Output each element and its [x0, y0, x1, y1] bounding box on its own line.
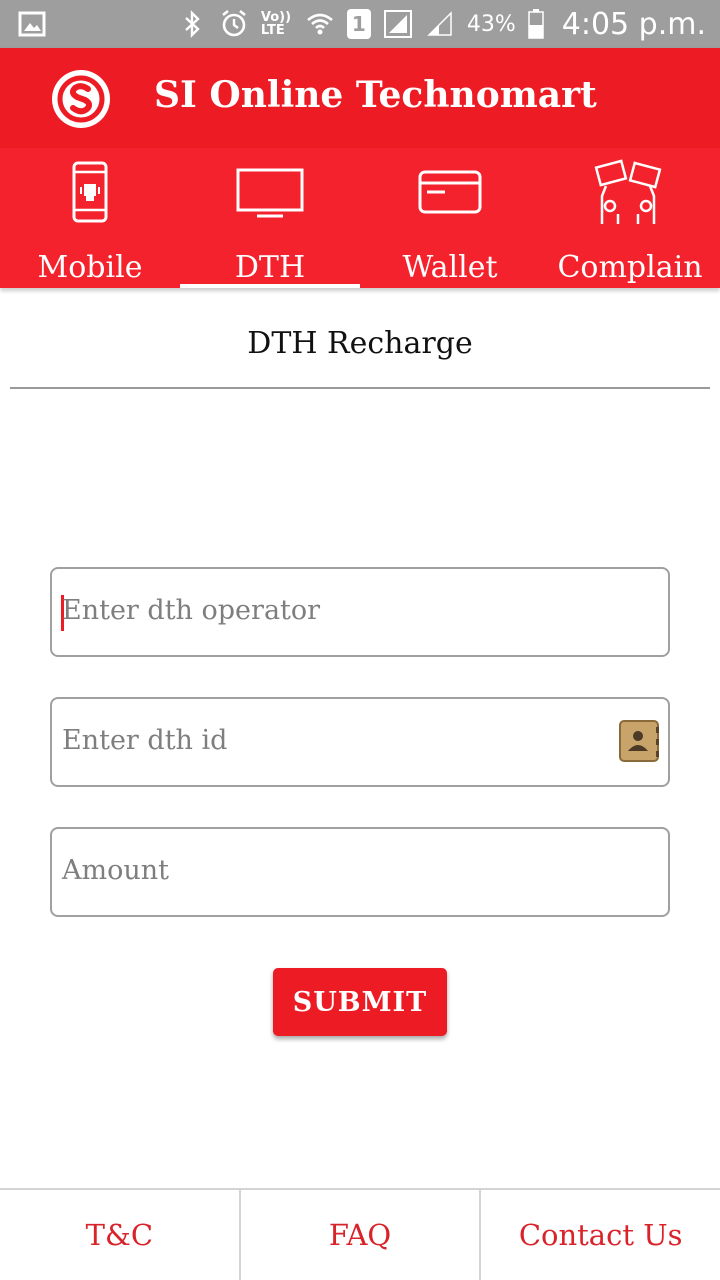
bluetooth-icon — [185, 10, 200, 38]
clock: 4:05 p.m. — [561, 6, 706, 42]
sim-icon: 1 — [346, 9, 371, 39]
footer-link-tc[interactable]: T&C — [0, 1190, 241, 1280]
footer-link-contact-us[interactable]: Contact Us — [481, 1190, 720, 1280]
dth-operator-field[interactable]: Enter dth operator — [50, 567, 670, 657]
footer: T&C FAQ Contact Us — [0, 1188, 720, 1280]
tv-icon — [236, 168, 304, 218]
volte-icon: Vo)) LTE — [260, 10, 292, 38]
footer-link-faq[interactable]: FAQ — [241, 1190, 482, 1280]
tab-wallet-label: Wallet — [402, 250, 498, 285]
amount-placeholder: Amount — [62, 855, 169, 886]
gallery-icon — [18, 11, 46, 37]
complain-icon — [594, 159, 662, 224]
dth-operator-placeholder: Enter dth operator — [62, 595, 321, 626]
page-title: DTH Recharge — [247, 326, 473, 361]
tab-dth[interactable]: DTH — [180, 148, 360, 288]
tab-complain-label: Complain — [557, 250, 703, 285]
tab-complain[interactable]: Complain — [540, 148, 720, 288]
contact-book-icon[interactable] — [618, 719, 660, 763]
mobile-phone-icon — [72, 161, 108, 223]
tab-mobile[interactable]: Mobile — [0, 148, 180, 288]
alarm-icon — [222, 9, 246, 37]
signal-weak-icon — [427, 11, 452, 36]
signal-icon — [383, 10, 412, 38]
app-bar: SI Online Technomart — [0, 48, 720, 148]
status-bar: Vo)) LTE 1 43% 4:05 p.m. — [0, 0, 720, 48]
tab-dth-label: DTH — [234, 250, 306, 285]
tab-mobile-label: Mobile — [37, 250, 143, 285]
dth-id-placeholder: Enter dth id — [62, 725, 228, 756]
amount-field[interactable]: Amount — [50, 827, 670, 917]
si-logo-icon — [52, 70, 110, 128]
submit-button[interactable]: SUBMIT — [273, 968, 447, 1036]
wallet-card-icon — [418, 170, 482, 214]
battery-percent: 43% — [466, 11, 516, 37]
wifi-icon — [307, 13, 333, 35]
dth-id-field[interactable]: Enter dth id — [50, 697, 670, 787]
title-divider — [10, 387, 710, 389]
battery-icon — [528, 9, 544, 39]
tab-bar: Mobile DTH Wallet Complain — [0, 148, 720, 288]
tab-wallet[interactable]: Wallet — [360, 148, 540, 288]
app-title: SI Online Technomart — [154, 74, 597, 116]
